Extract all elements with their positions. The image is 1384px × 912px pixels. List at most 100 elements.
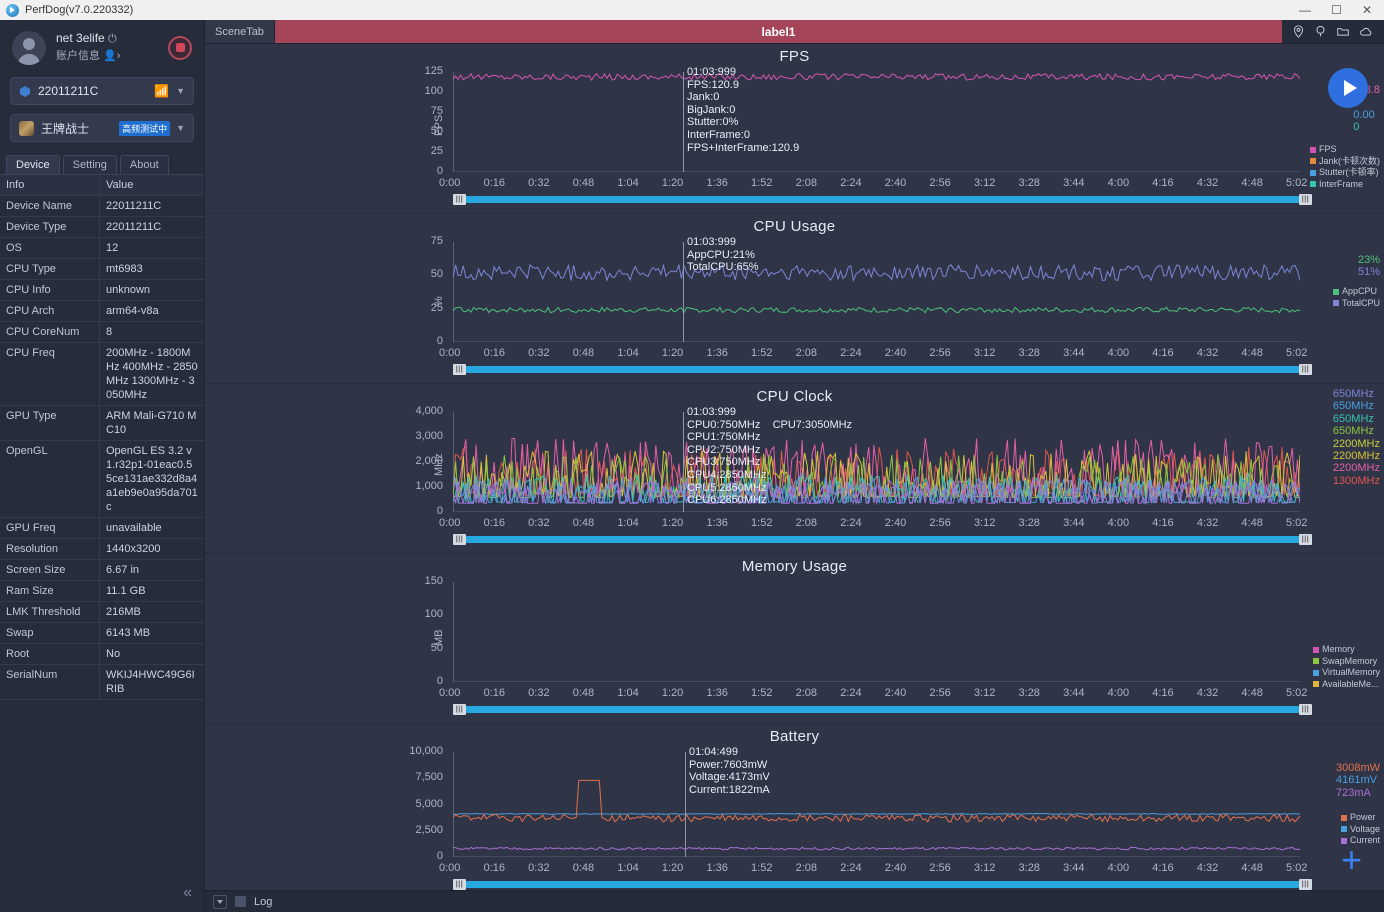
scrollbar-track[interactable] [466, 366, 1299, 373]
minimize-button[interactable]: — [1299, 5, 1311, 15]
app-select[interactable]: 王牌战士 高频测试中 ▼ [10, 114, 194, 142]
record-button[interactable] [168, 36, 192, 60]
legend-swatch [1341, 815, 1347, 821]
legend-item[interactable]: FPS [1310, 144, 1380, 156]
account-info-label[interactable]: 账户信息 [56, 50, 100, 62]
marker-icon[interactable] [1314, 25, 1327, 38]
x-axis-tick: 1:36 [706, 687, 727, 699]
tab-device[interactable]: Device [6, 155, 60, 174]
scrollbar-left-handle[interactable]: ||| [453, 534, 466, 545]
scene-label[interactable]: label1 [275, 20, 1282, 43]
time-range-scrollbar[interactable]: ||| ||| [453, 534, 1312, 545]
time-range-scrollbar[interactable]: ||| ||| [453, 194, 1312, 205]
table-row: SerialNumWKIJ4HWC49G6IRIB [0, 665, 204, 700]
info-value: arm64-v8a [100, 301, 204, 321]
table-row: OS12 [0, 238, 204, 259]
scrollbar-left-handle[interactable]: ||| [453, 194, 466, 205]
series-current-value: 723mA [1336, 787, 1380, 799]
account-switch-icon[interactable]: 👤› [103, 50, 120, 62]
location-pin-icon[interactable] [1292, 25, 1305, 38]
plot-area[interactable] [453, 752, 1300, 857]
scrollbar-right-handle[interactable]: ||| [1299, 194, 1312, 205]
cursor-line[interactable] [683, 412, 684, 512]
plot-area[interactable] [453, 412, 1300, 512]
x-axis-tick: 1:20 [662, 687, 683, 699]
series-line [453, 307, 1300, 312]
cloud-icon[interactable] [1359, 25, 1374, 38]
cursor-line[interactable] [683, 242, 684, 342]
scrollbar-right-handle[interactable]: ||| [1299, 879, 1312, 890]
cursor-line[interactable] [683, 72, 684, 172]
scene-tab[interactable]: SceneTab [205, 20, 275, 43]
scrollbar-right-handle[interactable]: ||| [1299, 704, 1312, 715]
x-axis-tick: 1:52 [751, 687, 772, 699]
scrollbar-left-handle[interactable]: ||| [453, 364, 466, 375]
x-axis-tick: 2:08 [796, 517, 817, 529]
info-key: SerialNum [0, 665, 100, 699]
folder-icon[interactable] [1336, 25, 1350, 38]
scrollbar-right-handle[interactable]: ||| [1299, 534, 1312, 545]
plot-area[interactable] [453, 72, 1300, 172]
y-axis-label: % [433, 296, 445, 306]
info-value: unknown [100, 280, 204, 300]
x-axis-tick: 3:44 [1063, 862, 1084, 874]
legend-item[interactable]: AppCPU [1333, 286, 1380, 298]
chart-legend: FPSJank(卡顿次数)Stutter(卡顿率)InterFrame [1310, 144, 1380, 190]
time-range-scrollbar[interactable]: ||| ||| [453, 879, 1312, 890]
tab-setting[interactable]: Setting [63, 155, 117, 174]
scrollbar-track[interactable] [466, 536, 1299, 543]
scrollbar-track[interactable] [466, 881, 1299, 888]
close-button[interactable]: ✕ [1362, 5, 1372, 15]
add-button[interactable]: + [1341, 846, 1362, 874]
legend-item[interactable]: Memory [1313, 644, 1380, 656]
legend-item[interactable]: SwapMemory [1313, 656, 1380, 668]
plot-area[interactable] [453, 582, 1300, 682]
series-current-value: 1300MHz [1333, 475, 1380, 487]
info-value: 8 [100, 322, 204, 342]
info-value: No [100, 644, 204, 664]
play-button[interactable] [1328, 68, 1368, 108]
device-select[interactable]: 22011211C 📶 ▼ [10, 77, 194, 105]
info-value: 6143 MB [100, 623, 204, 643]
log-label[interactable]: Log [254, 896, 272, 908]
scrollbar-track[interactable] [466, 196, 1299, 203]
legend-item[interactable]: Power [1341, 812, 1380, 824]
expand-icon[interactable] [213, 895, 227, 909]
plot-area[interactable] [453, 242, 1300, 342]
power-icon[interactable]: ⏻ [108, 33, 117, 45]
legend-item[interactable]: InterFrame [1310, 179, 1380, 191]
legend-item[interactable]: VirtualMemory [1313, 667, 1380, 679]
time-range-scrollbar[interactable]: ||| ||| [453, 704, 1312, 715]
scrollbar-left-handle[interactable]: ||| [453, 879, 466, 890]
scrollbar-track[interactable] [466, 706, 1299, 713]
x-axis-tick: 3:12 [974, 687, 995, 699]
legend-item[interactable]: AvailableMe... [1313, 679, 1380, 691]
legend-item[interactable]: Stutter(卡顿率) [1310, 167, 1380, 179]
x-axis-tick: 5:02 [1286, 517, 1307, 529]
chart-title: Memory Usage [205, 554, 1384, 575]
collapse-sidebar-button[interactable]: « [183, 884, 192, 902]
x-axis-tick: 1:04 [617, 347, 638, 359]
cursor-line[interactable] [685, 752, 686, 857]
scrollbar-left-handle[interactable]: ||| [453, 704, 466, 715]
maximize-button[interactable]: ☐ [1331, 5, 1342, 15]
scrollbar-right-handle[interactable]: ||| [1299, 364, 1312, 375]
chevron-down-icon[interactable]: ▼ [176, 123, 185, 133]
info-value: 22011211C [100, 217, 204, 237]
legend-item[interactable]: TotalCPU [1333, 298, 1380, 310]
x-axis-tick: 2:08 [796, 177, 817, 189]
legend-item[interactable]: Jank(卡顿次数) [1310, 156, 1380, 168]
x-axis-tick: 1:04 [617, 687, 638, 699]
tab-about[interactable]: About [120, 155, 169, 174]
y-axis-tick: 3,000 [385, 430, 443, 442]
x-axis-tick: 2:40 [885, 687, 906, 699]
x-axis-tick: 4:00 [1108, 517, 1129, 529]
series-line [453, 265, 1300, 281]
info-value: 12 [100, 238, 204, 258]
avatar[interactable] [12, 31, 46, 65]
y-axis-tick: 4,000 [385, 405, 443, 417]
legend-item[interactable]: Voltage [1341, 824, 1380, 836]
time-range-scrollbar[interactable]: ||| ||| [453, 364, 1312, 375]
x-axis-tick: 2:24 [840, 177, 861, 189]
chevron-down-icon[interactable]: ▼ [176, 86, 185, 96]
